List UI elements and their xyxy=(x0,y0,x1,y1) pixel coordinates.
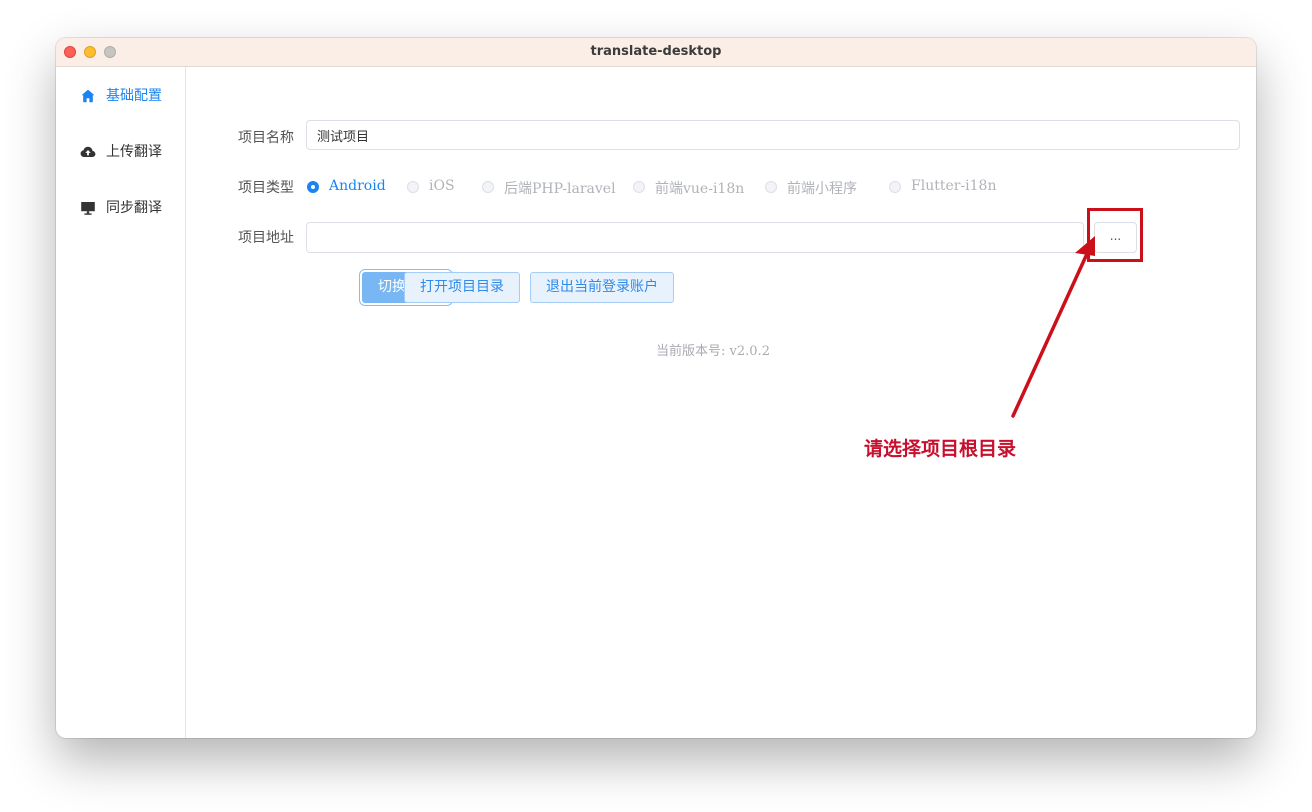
logout-button[interactable]: 退出当前登录账户 xyxy=(530,272,674,303)
radio-label: 后端PHP-laravel xyxy=(504,181,616,197)
annotation-highlight-box xyxy=(1087,208,1143,262)
sidebar-item-upload-translation[interactable]: 上传翻译 xyxy=(56,123,185,179)
sidebar-item-basic-config[interactable]: 基础配置 xyxy=(56,67,185,123)
open-project-directory-button[interactable]: 打开项目目录 xyxy=(404,272,520,303)
radio-dot xyxy=(765,181,777,193)
sidebar-item-label: 基础配置 xyxy=(106,88,162,104)
radio-dot xyxy=(407,181,419,193)
cloud-upload-icon xyxy=(80,144,96,160)
project-path-input[interactable] xyxy=(306,222,1084,253)
radio-label: 前端小程序 xyxy=(787,181,857,197)
radio-dot xyxy=(889,181,901,193)
home-icon xyxy=(80,88,96,104)
sidebar-item-sync-translation[interactable]: 同步翻译 xyxy=(56,179,185,235)
annotation-label: 请选择项目根目录 xyxy=(864,438,1017,460)
sidebar-item-label: 上传翻译 xyxy=(106,144,162,160)
project-name-label: 项目名称 xyxy=(238,130,294,146)
radio-dot xyxy=(307,181,319,193)
version-text: 当前版本号: v2.0.2 xyxy=(656,344,770,359)
radio-label: Android xyxy=(329,178,386,194)
title-bar: translate-desktop xyxy=(56,38,1256,67)
sidebar-item-label: 同步翻译 xyxy=(106,200,162,216)
desktop: translate-desktop 基础配置 上传翻译 同步翻译 项目名称 测试… xyxy=(0,0,1312,812)
app-window: translate-desktop 基础配置 上传翻译 同步翻译 项目名称 测试… xyxy=(56,38,1256,738)
radio-dot xyxy=(482,181,494,193)
radio-label: Flutter-i18n xyxy=(911,178,997,194)
main-content: 项目名称 项目类型 Android iOS 后端PHP-laravel 前端vu… xyxy=(186,67,1256,738)
project-name-input[interactable] xyxy=(306,120,1240,150)
monitor-icon xyxy=(80,200,96,216)
project-path-label: 项目地址 xyxy=(238,230,294,246)
sidebar: 基础配置 上传翻译 同步翻译 xyxy=(56,67,186,738)
project-type-label: 项目类型 xyxy=(238,180,294,196)
radio-label: 前端vue-i18n xyxy=(655,181,745,197)
radio-dot xyxy=(633,181,645,193)
radio-label: iOS xyxy=(429,178,455,194)
window-title: translate-desktop xyxy=(590,44,722,59)
